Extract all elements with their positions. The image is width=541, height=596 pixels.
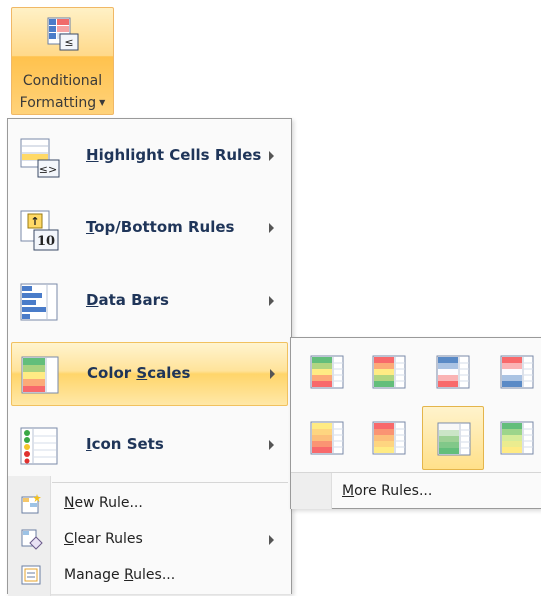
svg-text:≤: ≤ <box>64 36 73 49</box>
conditional-formatting-menu: ≤> Highlight Cells Rules ↑ 10 Top/Bottom… <box>7 118 292 596</box>
manage-rules-icon <box>21 565 43 591</box>
conditional-formatting-button[interactable]: ≤ Conditional Formatting ▼ <box>11 7 114 115</box>
data-bars-icon <box>20 283 62 327</box>
color-scale-option[interactable] <box>358 340 420 404</box>
menu-item-icon-sets[interactable]: Icon Sets <box>11 414 288 478</box>
menu-separator <box>52 482 288 483</box>
menu-item-highlight-cells-rules[interactable]: ≤> Highlight Cells Rules <box>11 125 288 189</box>
color-scale-swatch-icon <box>310 421 344 455</box>
menu-item-label: Manage Rules... <box>64 567 176 583</box>
menu-item-top-bottom-rules[interactable]: ↑ 10 Top/Bottom Rules <box>11 197 288 261</box>
color-scale-swatch-icon <box>372 355 406 389</box>
menu-item-label: Clear Rules <box>64 531 143 547</box>
svg-text:↑: ↑ <box>30 215 39 228</box>
button-label-line2: Formatting ▼ <box>19 95 106 111</box>
color-scale-option[interactable] <box>486 340 541 404</box>
color-scale-option[interactable] <box>422 406 484 470</box>
color-scale-swatch-icon <box>372 421 406 455</box>
menu-item-data-bars[interactable]: Data Bars <box>11 270 288 334</box>
icon-sets-icon <box>20 427 62 471</box>
top-bottom-icon: ↑ 10 <box>20 210 62 258</box>
menu-item-label: New Rule... <box>64 495 143 511</box>
color-scales-icon <box>21 356 63 400</box>
eraser-icon <box>21 529 43 555</box>
submenu-arrow-icon <box>269 296 274 306</box>
color-scale-swatch-icon <box>500 421 534 455</box>
color-scale-option[interactable] <box>486 406 541 470</box>
svg-text:≤>: ≤> <box>39 163 57 176</box>
color-scale-swatch-icon <box>437 422 471 456</box>
menu-item-label: Data Bars <box>86 291 169 309</box>
conditional-formatting-icon: ≤ <box>47 17 79 55</box>
highlight-cells-icon: ≤> <box>20 138 62 182</box>
menu-item-label: Highlight Cells Rules <box>86 146 262 164</box>
submenu-arrow-icon <box>269 535 274 545</box>
dropdown-arrow-icon: ▼ <box>99 98 106 107</box>
color-scale-swatch-icon <box>310 355 344 389</box>
color-scale-option[interactable] <box>296 406 358 470</box>
menu-item-manage-rules[interactable]: Manage Rules... <box>11 559 288 593</box>
color-scales-submenu: More Rules... <box>290 337 541 509</box>
submenu-arrow-icon <box>269 223 274 233</box>
button-label-line1: Conditional <box>22 73 103 89</box>
menu-item-new-rule[interactable]: New Rule... <box>11 487 288 521</box>
menu-item-label: Top/Bottom Rules <box>86 218 235 236</box>
submenu-arrow-icon <box>269 440 274 450</box>
color-scale-option[interactable] <box>296 340 358 404</box>
color-scale-swatch-icon <box>500 355 534 389</box>
color-scale-option[interactable] <box>422 340 484 404</box>
submenu-arrow-icon <box>269 151 274 161</box>
menu-item-label: Color Scales <box>87 364 191 382</box>
menu-item-clear-rules[interactable]: Clear Rules <box>11 523 288 557</box>
menu-item-color-scales[interactable]: Color Scales <box>11 342 288 406</box>
submenu-arrow-icon <box>270 369 275 379</box>
more-rules-label: More Rules... <box>342 483 433 499</box>
new-rule-icon <box>21 493 43 519</box>
menu-item-more-rules[interactable]: More Rules... <box>291 472 541 509</box>
color-scale-swatch-icon <box>436 355 470 389</box>
color-scale-option[interactable] <box>358 406 420 470</box>
menu-item-label: Icon Sets <box>86 435 164 453</box>
svg-text:10: 10 <box>37 234 55 249</box>
